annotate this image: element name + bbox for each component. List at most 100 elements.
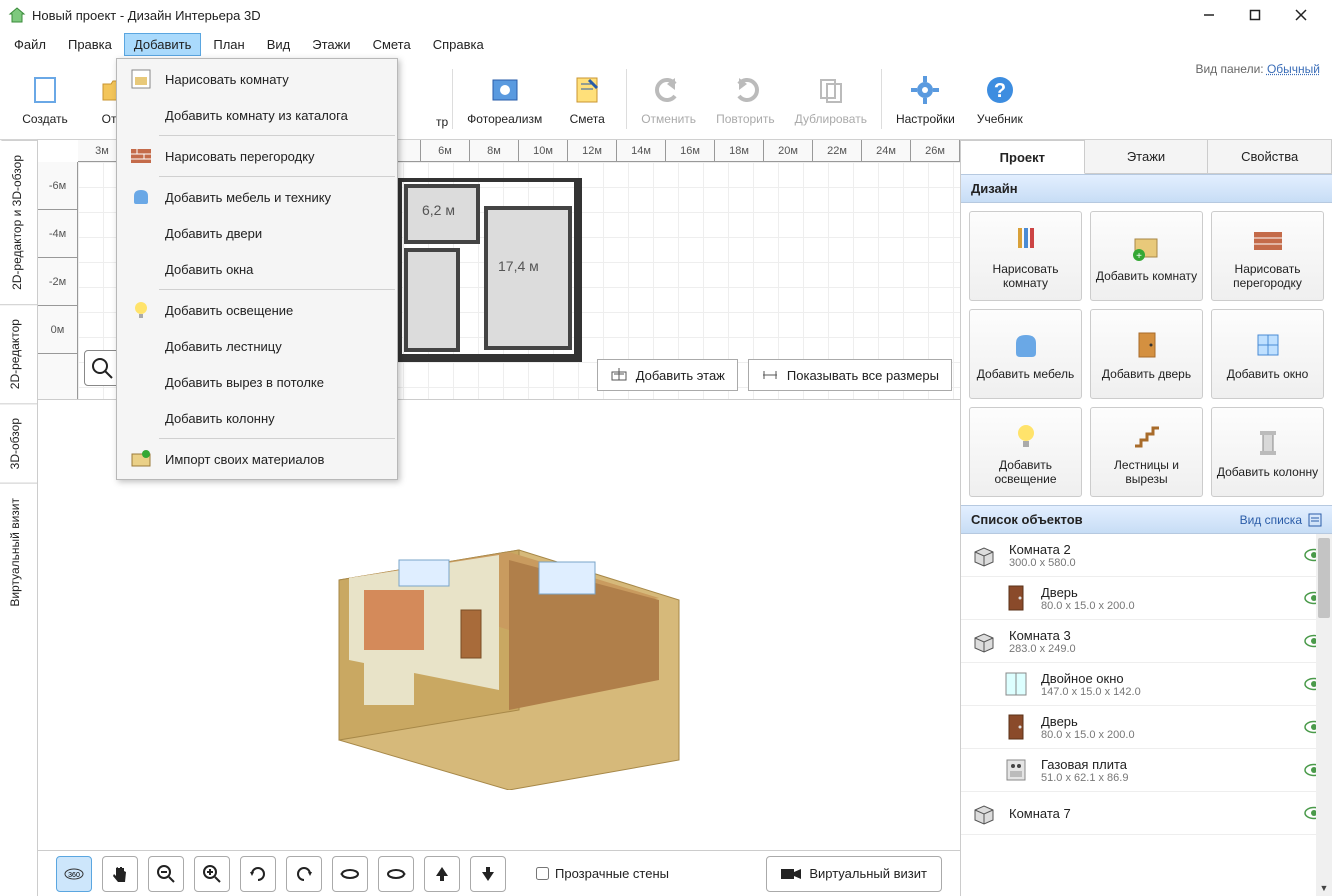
add-room-icon: + bbox=[1129, 229, 1165, 265]
tb-estimate[interactable]: Смета bbox=[552, 66, 622, 132]
bt-up[interactable] bbox=[424, 856, 460, 892]
bt-rotate-cw[interactable] bbox=[240, 856, 276, 892]
scrollbar-thumb[interactable] bbox=[1318, 538, 1330, 618]
brushes-icon bbox=[1008, 222, 1044, 258]
rtab-project[interactable]: Проект bbox=[961, 140, 1085, 174]
object-item[interactable]: Дверь80.0 x 15.0 x 200.0 bbox=[961, 706, 1332, 749]
tb-settings[interactable]: Настройки bbox=[886, 66, 965, 132]
dd-label: Добавить комнату из каталога bbox=[165, 108, 348, 123]
object-item[interactable]: Двойное окно147.0 x 15.0 x 142.0 bbox=[961, 663, 1332, 706]
ruler-vertical: -6м -4м -2м 0м bbox=[38, 162, 78, 399]
objects-list[interactable]: ▲▼ Комната 2300.0 x 580.0Дверь80.0 x 15.… bbox=[961, 534, 1332, 896]
ltab-3d[interactable]: 3D-обзор bbox=[0, 403, 37, 483]
dd-add-lighting[interactable]: Добавить освещение bbox=[117, 292, 397, 328]
object-dims: 80.0 x 15.0 x 200.0 bbox=[1041, 600, 1294, 612]
card-add-furniture[interactable]: Добавить мебель bbox=[969, 309, 1082, 399]
bt-zoom-in[interactable] bbox=[194, 856, 230, 892]
card-add-door[interactable]: Добавить дверь bbox=[1090, 309, 1203, 399]
hand-icon bbox=[110, 864, 130, 884]
tb-redo[interactable]: Повторить bbox=[706, 66, 785, 132]
bt-tilt-r[interactable] bbox=[378, 856, 414, 892]
tb-undo[interactable]: Отменить bbox=[631, 66, 706, 132]
minimize-button[interactable] bbox=[1186, 0, 1232, 30]
rtab-properties[interactable]: Свойства bbox=[1208, 140, 1332, 173]
dd-add-ceiling-cut[interactable]: Добавить вырез в потолке bbox=[117, 364, 397, 400]
bt-pan[interactable] bbox=[102, 856, 138, 892]
new-file-icon bbox=[27, 72, 63, 108]
dd-add-doors[interactable]: Добавить двери bbox=[117, 215, 397, 251]
object-item[interactable]: Комната 7 bbox=[961, 792, 1332, 835]
add-floor-button[interactable]: Добавить этаж bbox=[597, 359, 738, 391]
menu-plan[interactable]: План bbox=[203, 33, 254, 56]
dd-add-room-catalog[interactable]: Добавить комнату из каталога bbox=[117, 97, 397, 133]
dd-draw-room[interactable]: Нарисовать комнату bbox=[117, 61, 397, 97]
bt-down[interactable] bbox=[470, 856, 506, 892]
card-add-room[interactable]: +Добавить комнату bbox=[1090, 211, 1203, 301]
dd-import-materials[interactable]: Импорт своих материалов bbox=[117, 441, 397, 477]
dd-label: Нарисовать комнату bbox=[165, 72, 289, 87]
object-item[interactable]: Газовая плита51.0 x 62.1 x 86.9 bbox=[961, 749, 1332, 792]
dd-label: Добавить двери bbox=[165, 226, 262, 241]
card-add-column[interactable]: Добавить колонну bbox=[1211, 407, 1324, 497]
bt-360[interactable]: 360 bbox=[56, 856, 92, 892]
card-add-lighting[interactable]: Добавить освещение bbox=[969, 407, 1082, 497]
dd-label: Нарисовать перегородку bbox=[165, 149, 315, 164]
card-stairs[interactable]: Лестницы и вырезы bbox=[1090, 407, 1203, 497]
bt-tilt-l[interactable] bbox=[332, 856, 368, 892]
card-draw-wall[interactable]: Нарисовать перегородку bbox=[1211, 211, 1324, 301]
maximize-button[interactable] bbox=[1232, 0, 1278, 30]
rtab-floors[interactable]: Этажи bbox=[1085, 140, 1209, 173]
window-controls bbox=[1186, 0, 1324, 30]
dd-add-windows[interactable]: Добавить окна bbox=[117, 251, 397, 287]
room-area-label: 17,4 м bbox=[498, 258, 539, 274]
show-dims-button[interactable]: Показывать все размеры bbox=[748, 359, 952, 391]
add-dropdown: Нарисовать комнату Добавить комнату из к… bbox=[116, 58, 398, 480]
object-dims: 147.0 x 15.0 x 142.0 bbox=[1041, 686, 1294, 698]
dd-add-column[interactable]: Добавить колонну bbox=[117, 400, 397, 436]
dd-label: Добавить вырез в потолке bbox=[165, 375, 324, 390]
dd-draw-wall[interactable]: Нарисовать перегородку bbox=[117, 138, 397, 174]
tb-duplicate[interactable]: Дублировать bbox=[785, 66, 877, 132]
card-draw-room[interactable]: Нарисовать комнату bbox=[969, 211, 1082, 301]
menu-edit[interactable]: Правка bbox=[58, 33, 122, 56]
door-s-icon bbox=[1001, 583, 1031, 613]
bt-zoom-out[interactable] bbox=[148, 856, 184, 892]
dd-add-furniture[interactable]: Добавить мебель и технику bbox=[117, 179, 397, 215]
ltab-2d[interactable]: 2D-редактор bbox=[0, 304, 37, 403]
truncated-label: тр bbox=[436, 115, 448, 129]
object-item[interactable]: Комната 3283.0 x 249.0 bbox=[961, 620, 1332, 663]
card-add-window[interactable]: Добавить окно bbox=[1211, 309, 1324, 399]
menu-add[interactable]: Добавить bbox=[124, 33, 201, 56]
box-icon bbox=[969, 798, 999, 828]
title-bar: Новый проект - Дизайн Интерьера 3D bbox=[0, 0, 1332, 30]
list-view-link[interactable]: Вид списка bbox=[1240, 513, 1322, 527]
close-button[interactable] bbox=[1278, 0, 1324, 30]
column-icon bbox=[1250, 425, 1286, 461]
menu-help[interactable]: Справка bbox=[423, 33, 494, 56]
menu-floors[interactable]: Этажи bbox=[302, 33, 360, 56]
tb-tutorial[interactable]: ?Учебник bbox=[965, 66, 1035, 132]
bt-rotate-ccw[interactable] bbox=[286, 856, 322, 892]
object-item[interactable]: Комната 2300.0 x 580.0 bbox=[961, 534, 1332, 577]
menu-file[interactable]: Файл bbox=[4, 33, 56, 56]
object-dims: 300.0 x 580.0 bbox=[1009, 557, 1294, 569]
menu-view[interactable]: Вид bbox=[257, 33, 301, 56]
floorplan-2d[interactable]: 6,2 м 17,4 м bbox=[398, 178, 588, 381]
transparent-walls-check[interactable]: Прозрачные стены bbox=[536, 866, 669, 881]
dd-add-stairs[interactable]: Добавить лестницу bbox=[117, 328, 397, 364]
panel-mode-link[interactable]: Обычный bbox=[1267, 62, 1320, 76]
tb-photorealism[interactable]: Фотореализм bbox=[457, 66, 552, 132]
rotate-r-icon bbox=[386, 864, 406, 884]
object-item[interactable]: Дверь80.0 x 15.0 x 200.0 bbox=[961, 577, 1332, 620]
bricks-icon bbox=[1250, 222, 1286, 258]
ltab-2d-3d[interactable]: 2D-редактор и 3D-обзор bbox=[0, 140, 37, 304]
zoom-tool[interactable] bbox=[84, 350, 120, 386]
menu-estimate[interactable]: Смета bbox=[363, 33, 421, 56]
armchair-icon bbox=[1008, 327, 1044, 363]
scrollbar-vertical[interactable]: ▲▼ bbox=[1316, 534, 1332, 896]
virtual-visit-button[interactable]: Виртуальный визит bbox=[766, 856, 942, 892]
house-3d-model[interactable] bbox=[309, 460, 689, 790]
ltab-virtual[interactable]: Виртуальный визит bbox=[0, 483, 37, 621]
tb-new[interactable]: Создать bbox=[10, 66, 80, 132]
object-name: Комната 2 bbox=[1009, 542, 1294, 557]
